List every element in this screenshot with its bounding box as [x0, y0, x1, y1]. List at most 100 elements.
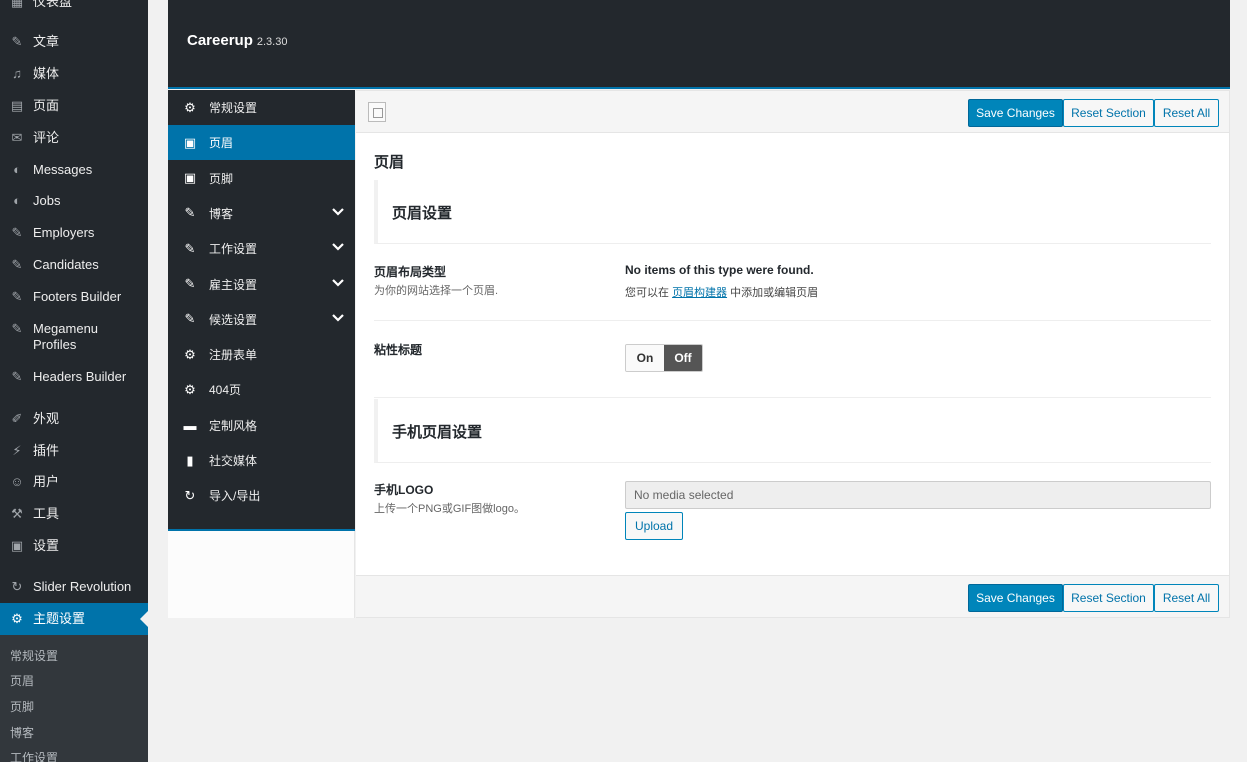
reset-section-button[interactable]: Reset Section [1063, 99, 1154, 127]
admin-submenu-item[interactable]: 博客 [0, 724, 148, 741]
megaphone-icon: ◐ [13, 162, 21, 177]
user-icon: ☺ [10, 474, 24, 489]
options-nav-item[interactable]: ✎ 候选设置 [168, 302, 355, 337]
chevron-down-icon[interactable] [331, 240, 345, 254]
bottom-toolbar: Save Changes Reset Section Reset All [356, 575, 1229, 617]
admin-menu-label: Candidates [33, 257, 99, 272]
mobile-header-settings-heading: 手机页眉设置 [374, 399, 1211, 463]
admin-menu-label: Megamenu Profiles [33, 321, 99, 352]
admin-menu-item[interactable]: ◐ Jobs [0, 193, 148, 209]
admin-menu-item[interactable]: ▣ 设置 [0, 538, 148, 554]
field-label: 页眉布局类型 [374, 265, 447, 279]
field-label: 粘性标题 [374, 343, 423, 357]
admin-menu-item[interactable]: ▦ 仪表盘 [0, 0, 148, 10]
admin-menu-item[interactable]: ▤ 页面 [0, 98, 148, 114]
theme-version: 2.3.30 [256, 36, 288, 48]
hint-suffix: 中添加或编辑页眉 [730, 287, 819, 299]
options-nav-item[interactable]: ✎ 博客 [168, 196, 355, 231]
admin-menu-label: Footers Builder [33, 289, 122, 304]
options-nav-label: 雇主设置 [209, 277, 258, 292]
save-changes-button[interactable]: Save Changes [968, 584, 1063, 612]
admin-menu-label: 设置 [33, 538, 60, 553]
appearance-icon: ✐ [11, 411, 23, 426]
admin-menu-label: 工具 [33, 506, 60, 521]
media-url-input[interactable]: No media selected [625, 481, 1211, 509]
reset-all-button[interactable]: Reset All [1154, 99, 1219, 127]
options-nav-label: 候选设置 [209, 312, 258, 327]
panel-header: Careerup 2.3.30 [168, 0, 1230, 89]
options-nav-item[interactable]: ▬ 定制风格 [168, 408, 355, 443]
admin-menu-item[interactable]: ⚡ 插件 [0, 443, 148, 459]
field-value: No items of this type were found. 您可以在 页… [625, 263, 818, 300]
admin-menu-label: 主题设置 [33, 611, 86, 626]
gear-icon: ⚙ [184, 346, 196, 362]
pencil-icon: ✎ [184, 240, 196, 256]
options-nav-item[interactable]: ✎ 雇主设置 [168, 267, 355, 302]
admin-menu-item[interactable]: ⚒ 工具 [0, 506, 148, 522]
admin-sidebar: ▦ 仪表盘 ✎ 文章 ♫ 媒体 ▤ 页面 ✉ 评论 ◐ Messages ◐ Jobs ✎ Employers… [0, 0, 148, 762]
admin-menu-item[interactable]: ⚙ 主题设置 [0, 603, 148, 635]
admin-menu-item[interactable]: ✎ Megamenu Profiles [0, 321, 148, 353]
no-items-message: No items of this type were found. [625, 263, 814, 277]
admin-menu-item[interactable]: ◐ Messages [0, 162, 148, 178]
admin-submenu-item[interactable]: 常规设置 [0, 647, 148, 664]
field-label: 手机LOGO [374, 483, 434, 497]
admin-submenu-item[interactable]: 工作设置 [0, 749, 148, 762]
options-nav-item[interactable]: ✎ 工作设置 [168, 231, 355, 266]
admin-menu-item[interactable]: ↻ Slider Revolution [0, 579, 148, 595]
admin-submenu-item[interactable]: 页眉 [0, 672, 148, 689]
chevron-down-icon[interactable] [331, 311, 345, 325]
admin-menu-label: Slider Revolution [33, 579, 132, 594]
reset-section-button[interactable]: Reset Section [1063, 584, 1154, 612]
options-nav-item[interactable]: ▮ 社交媒体 [168, 443, 355, 478]
sticky-header-field: 粘性标题 On Off [374, 341, 1211, 398]
header-settings-heading: 页眉设置 [374, 180, 1211, 244]
options-nav-item[interactable]: ⚙ 注册表单 [168, 337, 355, 372]
theme-options-panel: Careerup 2.3.30 ⚙ 常规设置 ▣ 页眉 ▣ 页脚 ✎ 博客 ✎ 工作设置 ✎ 雇主设置 ✎… [168, 0, 1230, 618]
admin-menu-item[interactable]: ✎ Footers Builder [0, 289, 148, 305]
expand-options-icon[interactable] [368, 102, 386, 122]
options-nav-item[interactable]: ▣ 页眉 [168, 125, 355, 161]
css-icon: ▬ [183, 417, 197, 433]
switch-off[interactable]: Off [664, 345, 702, 371]
admin-submenu-item[interactable]: 页脚 [0, 698, 148, 715]
options-nav-item[interactable]: ⚙ 404页 [168, 372, 355, 407]
options-content: Save Changes Reset Section Reset All 页眉 … [356, 90, 1230, 618]
comment-icon: ✉ [11, 130, 23, 145]
options-nav-item[interactable]: ↻ 导入/导出 [168, 478, 355, 513]
admin-menu-item[interactable]: ☺ 用户 [0, 474, 148, 490]
admin-menu-item[interactable]: ✎ 文章 [0, 34, 148, 50]
options-nav-label: 页眉 [209, 136, 234, 151]
options-nav-label: 工作设置 [209, 242, 258, 257]
admin-menu-item[interactable]: ✎ Employers [0, 225, 148, 241]
switch-on[interactable]: On [626, 345, 664, 371]
options-nav-label: 导入/导出 [209, 489, 261, 504]
pencil-icon: ✎ [184, 311, 196, 327]
wrench-icon: ⚒ [11, 506, 23, 521]
reset-all-button[interactable]: Reset All [1154, 584, 1219, 612]
chevron-down-icon[interactable] [331, 205, 345, 219]
admin-menu-item[interactable]: ✉ 评论 [0, 130, 148, 146]
admin-menu-item[interactable]: ✎ Headers Builder [0, 369, 148, 385]
hint-prefix: 您可以在 [625, 287, 669, 299]
window-icon: ▣ [183, 134, 197, 150]
admin-menu-label: 插件 [33, 443, 60, 458]
admin-menu-item[interactable]: ♫ 媒体 [0, 66, 148, 82]
subsection-title: 页眉设置 [392, 205, 453, 222]
pencil-icon: ✎ [184, 205, 196, 221]
admin-menu-label: Messages [33, 162, 93, 177]
options-nav-item[interactable]: ▣ 页脚 [168, 161, 355, 196]
chevron-down-icon[interactable] [331, 276, 345, 290]
save-changes-button[interactable]: Save Changes [968, 99, 1063, 127]
options-nav-item[interactable]: ⚙ 常规设置 [168, 90, 355, 125]
options-nav-label: 常规设置 [209, 101, 258, 115]
admin-menu-item[interactable]: ✎ Candidates [0, 257, 148, 273]
plugin-icon: ⚡ [12, 443, 22, 458]
header-builder-link[interactable]: 页眉构建器 [672, 287, 727, 299]
upload-button[interactable]: Upload [625, 512, 683, 540]
field-description: 上传一个PNG或GIF图做logo。 [374, 503, 525, 515]
admin-menu-label: 文章 [33, 34, 60, 49]
top-toolbar: Save Changes Reset Section Reset All [356, 91, 1229, 133]
sticky-header-switch[interactable]: On Off [625, 344, 703, 372]
admin-menu-item[interactable]: ✐ 外观 [0, 411, 148, 427]
